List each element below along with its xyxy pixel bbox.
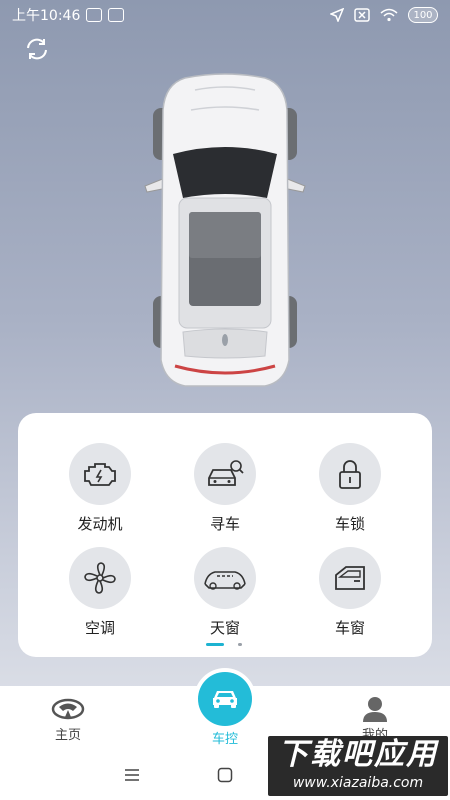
engine-label: 发动机 [77, 515, 123, 533]
window-control[interactable]: 车窗 [295, 547, 405, 638]
watermark-title: 下载吧应用 [278, 737, 438, 772]
tab-vehicle-control[interactable] [194, 668, 256, 730]
window-button[interactable] [319, 547, 381, 609]
lock-button[interactable] [319, 443, 381, 505]
status-time: 上午10:46 [12, 8, 81, 24]
app-notification-icon [86, 8, 103, 22]
watermark-url: www.xiazaiba.com [292, 775, 424, 791]
page-indicator [18, 643, 432, 647]
cloud-notification-icon [108, 8, 125, 22]
car-top-view-image [125, 70, 325, 400]
brand-logo-icon [51, 698, 85, 720]
sunroof-control[interactable]: 天窗 [170, 547, 280, 638]
engine-control[interactable]: 发动机 [45, 443, 155, 534]
find-car-icon [208, 460, 244, 486]
window-icon [335, 566, 365, 590]
find-car-label: 寻车 [209, 515, 240, 533]
wifi-icon [380, 8, 398, 22]
tab-vehicle-control-label-wrap[interactable]: 车控 [180, 728, 270, 747]
fan-icon [84, 562, 116, 594]
tab-vehicle-control-label: 车控 [211, 732, 238, 747]
sunroof-icon [204, 571, 246, 590]
refresh-button[interactable] [24, 36, 50, 62]
tab-home[interactable]: 主页 [23, 694, 113, 743]
engine-button[interactable] [69, 443, 131, 505]
ac-control[interactable]: 空调 [45, 547, 155, 638]
ac-label: 空调 [84, 619, 115, 637]
ac-button[interactable] [69, 547, 131, 609]
vehicle-control-panel: 发动机 寻车 车锁 空调 天窗 车窗 [18, 413, 432, 657]
find-car-button[interactable] [194, 443, 256, 505]
car-icon [213, 691, 237, 708]
tab-home-label: 主页 [54, 728, 81, 743]
home-icon[interactable] [217, 767, 233, 783]
menu-icon[interactable] [124, 768, 140, 782]
lock-label: 车锁 [334, 515, 365, 533]
lock-control[interactable]: 车锁 [295, 443, 405, 534]
refresh-icon [27, 38, 47, 60]
window-label: 车窗 [334, 619, 365, 637]
person-icon [363, 697, 387, 722]
watermark-logo: 下载吧应用 www.xiazaiba.com [268, 736, 448, 796]
battery-indicator: 100 [408, 7, 438, 23]
status-bar: 上午10:46 100 [0, 0, 450, 30]
lock-icon [339, 460, 361, 489]
page-dot-active [206, 643, 224, 646]
page-dot[interactable] [238, 643, 242, 646]
engine-icon [84, 463, 116, 486]
sunroof-label: 天窗 [209, 619, 240, 637]
find-car-control[interactable]: 寻车 [170, 443, 280, 534]
sunroof-button[interactable] [194, 547, 256, 609]
no-sim-icon [354, 8, 370, 22]
location-icon [330, 8, 344, 22]
